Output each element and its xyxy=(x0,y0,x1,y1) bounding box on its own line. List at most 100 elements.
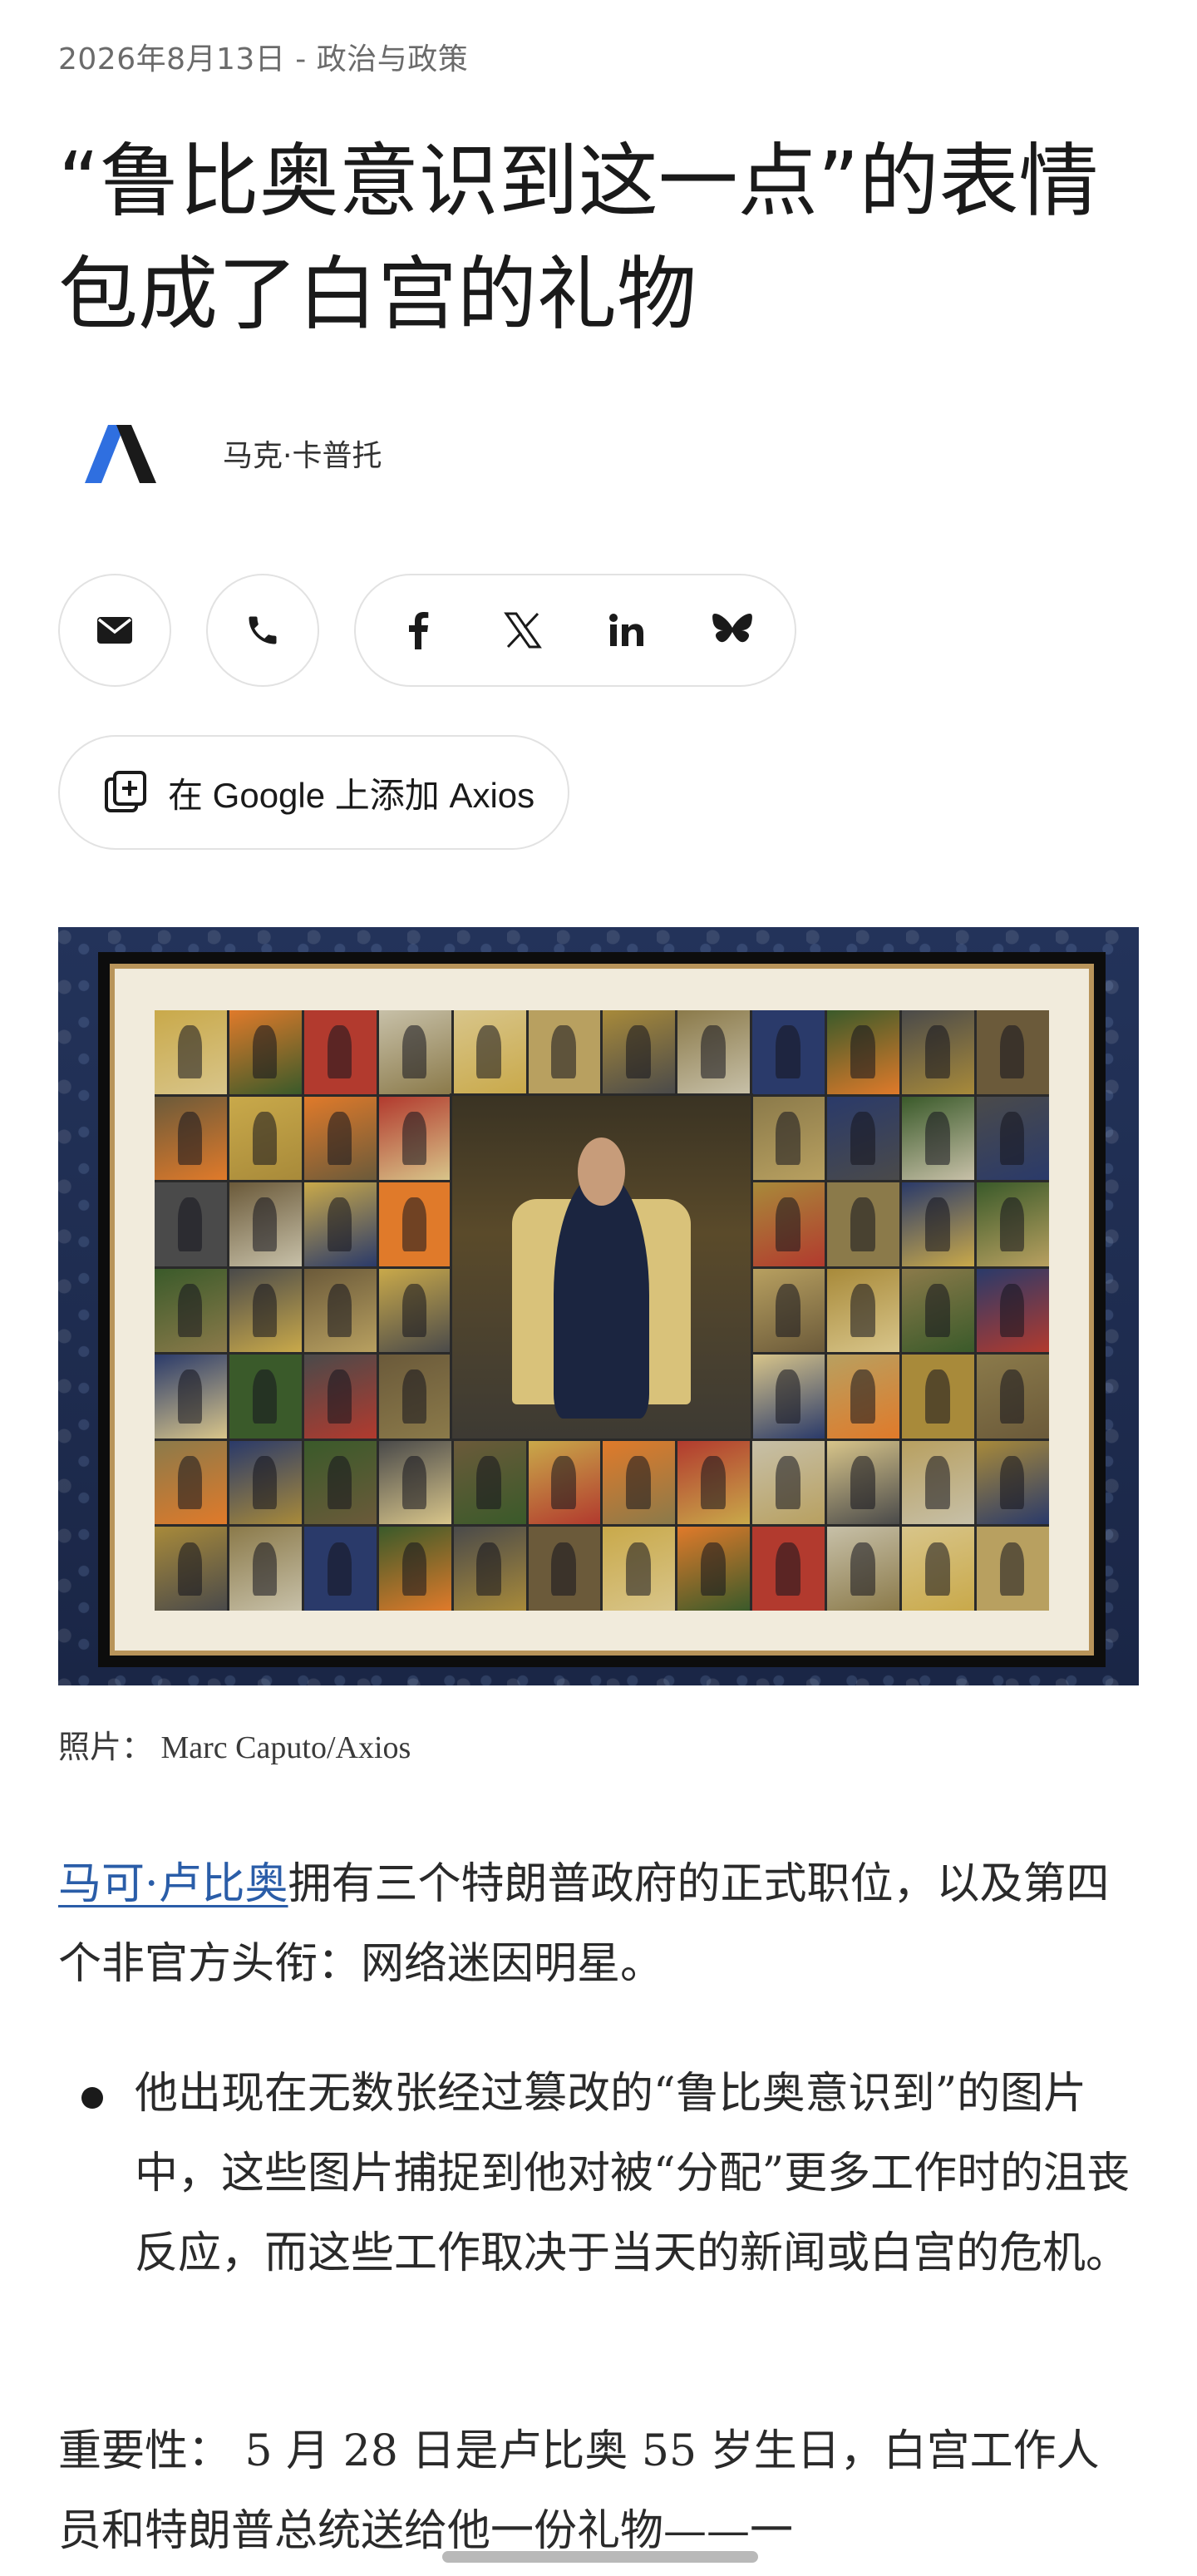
mosaic-tile xyxy=(677,1527,751,1611)
mosaic-tile xyxy=(155,1096,227,1181)
mosaic-tile xyxy=(155,1440,227,1525)
linkedin-icon[interactable] xyxy=(598,601,657,659)
mosaic-tile xyxy=(977,1268,1049,1353)
mosaic-tile xyxy=(155,1182,227,1266)
mosaic-tile xyxy=(303,1010,377,1094)
mosaic-tile xyxy=(528,1010,601,1094)
share-row xyxy=(58,574,796,687)
mosaic-tile xyxy=(378,1527,451,1611)
mosaic-tile xyxy=(229,1182,302,1266)
mosaic-tile xyxy=(229,1527,302,1611)
mosaic-tile xyxy=(902,1527,975,1611)
paragraph-2: 重要性： 5 月 28 日是卢比奥 55 岁生日，白宫工作人员和特朗普总统送给他… xyxy=(58,2426,1100,2556)
axios-logo-icon[interactable] xyxy=(58,407,183,499)
mosaic-tile xyxy=(229,1355,302,1439)
mosaic-tile xyxy=(677,1440,751,1525)
mosaic-tile xyxy=(977,1096,1049,1181)
article-photo[interactable] xyxy=(58,927,1139,1685)
phone-share-button[interactable] xyxy=(206,574,319,687)
home-indicator[interactable] xyxy=(442,2551,758,2563)
author-row: 马克·卡普托 xyxy=(58,407,382,499)
mosaic-tile xyxy=(378,1268,451,1353)
mosaic-tile xyxy=(827,1010,900,1094)
mosaic-tile xyxy=(229,1010,302,1094)
mosaic-tile xyxy=(528,1440,601,1525)
mosaic-tile xyxy=(303,1268,377,1353)
mosaic-tile xyxy=(902,1010,975,1094)
mosaic-tile xyxy=(229,1096,302,1181)
mosaic-tile xyxy=(155,1355,227,1439)
bullet-item: 他出现在无数张经过篡改的“鲁比奥意识到”的图片中，这些图片捕捉到他对被“分配”更… xyxy=(58,2054,1139,2293)
social-share-group xyxy=(354,574,796,687)
mosaic-tile xyxy=(528,1527,601,1611)
rubio-link[interactable]: 马可·卢比奥 xyxy=(58,1859,288,1909)
mosaic-tile xyxy=(378,1440,451,1525)
mosaic-tile xyxy=(902,1096,975,1181)
mosaic-tile xyxy=(303,1440,377,1525)
mosaic-tile xyxy=(229,1440,302,1525)
author-name[interactable]: 马克·卡普托 xyxy=(223,432,382,475)
mosaic-tile xyxy=(378,1355,451,1439)
mosaic-tile xyxy=(378,1096,451,1181)
add-to-google-icon xyxy=(105,771,146,812)
mosaic-tile xyxy=(603,1440,676,1525)
mosaic-tile xyxy=(229,1268,302,1353)
mosaic-tile xyxy=(977,1527,1049,1611)
bluesky-icon[interactable] xyxy=(703,601,761,659)
bullet-text: 他出现在无数张经过篡改的“鲁比奥意识到”的图片中，这些图片捕捉到他对被“分配”更… xyxy=(135,2069,1130,2278)
photo-frame xyxy=(98,952,1106,1667)
mosaic-tile xyxy=(902,1268,975,1353)
article-headline: “鲁比奥意识到这一点”的表情包成了白宫的礼物 xyxy=(58,135,1099,341)
mosaic-tile xyxy=(977,1440,1049,1525)
mosaic-tile xyxy=(827,1527,900,1611)
email-share-button[interactable] xyxy=(58,574,171,687)
mosaic-tile xyxy=(752,1182,825,1266)
mosaic-tile xyxy=(827,1268,900,1353)
mosaic-tile xyxy=(902,1440,975,1525)
mosaic-tile xyxy=(453,1440,526,1525)
mosaic-tile xyxy=(902,1182,975,1266)
paragraph-1: 马可·卢比奥拥有三个特朗普政府的正式职位，以及第四个非官方头衔：网络迷因明星。 xyxy=(58,1844,1139,2004)
mosaic-tile xyxy=(752,1096,825,1181)
mosaic-tile xyxy=(453,1527,526,1611)
mosaic-tile xyxy=(827,1440,900,1525)
bullet-dot xyxy=(81,2087,103,2109)
mosaic-tile xyxy=(303,1096,377,1181)
add-google-source-button[interactable]: 在 Google 上添加 Axios xyxy=(58,735,570,850)
photo-mat xyxy=(110,964,1094,1656)
photo-caption: 照片： Marc Caputo/Axios xyxy=(58,1730,411,1765)
meme-mosaic xyxy=(155,1010,1049,1611)
article-page: 2026年8月13日 - 政治与政策 “鲁比奥意识到这一点”的表情包成了白宫的礼… xyxy=(0,0,1197,2576)
facebook-icon[interactable] xyxy=(389,601,447,659)
x-icon[interactable] xyxy=(494,601,552,659)
mosaic-tile xyxy=(453,1010,526,1094)
mosaic-tile xyxy=(378,1182,451,1266)
mosaic-tile xyxy=(977,1182,1049,1266)
mosaic-tile xyxy=(827,1096,900,1181)
mosaic-tile xyxy=(902,1355,975,1439)
mosaic-tile xyxy=(155,1268,227,1353)
mosaic-tile xyxy=(977,1010,1049,1094)
mosaic-tile xyxy=(752,1527,825,1611)
mosaic-tile xyxy=(603,1527,676,1611)
mosaic-center-portrait xyxy=(452,1096,751,1439)
mosaic-tile xyxy=(752,1268,825,1353)
mosaic-tile xyxy=(378,1010,451,1094)
mosaic-tile xyxy=(827,1355,900,1439)
mosaic-tile xyxy=(303,1527,377,1611)
mosaic-tile xyxy=(977,1355,1049,1439)
mosaic-tile xyxy=(752,1440,825,1525)
add-google-label: 在 Google 上添加 Axios xyxy=(168,775,535,815)
phone-icon xyxy=(249,616,277,644)
mosaic-tile xyxy=(752,1355,825,1439)
article-dateline: 2026年8月13日 - 政治与政策 xyxy=(58,42,469,76)
mosaic-tile xyxy=(155,1527,227,1611)
mosaic-tile xyxy=(752,1010,825,1094)
email-icon xyxy=(97,617,132,644)
mosaic-tile xyxy=(155,1010,227,1094)
mosaic-tile xyxy=(677,1010,751,1094)
mosaic-tile xyxy=(827,1182,900,1266)
mosaic-tile xyxy=(603,1010,676,1094)
mosaic-tile xyxy=(303,1355,377,1439)
mosaic-tile xyxy=(303,1182,377,1266)
